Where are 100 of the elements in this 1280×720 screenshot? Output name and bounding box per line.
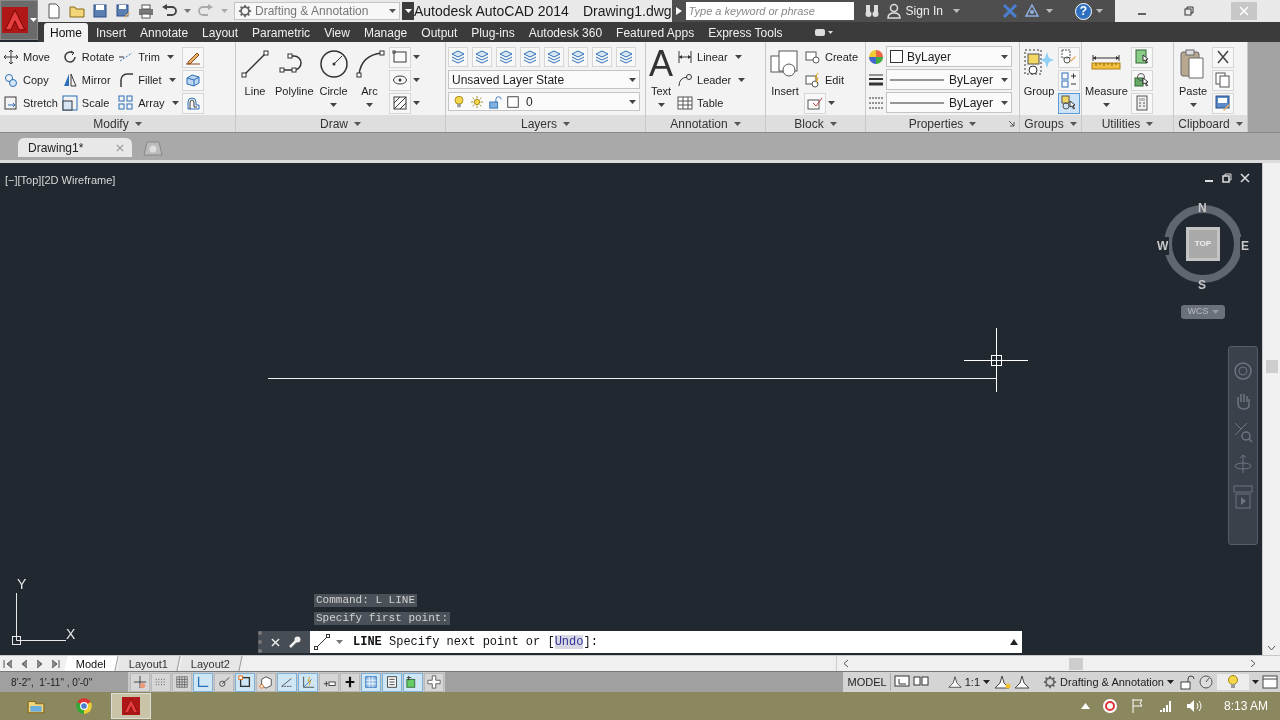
compass-label[interactable]: S xyxy=(1198,276,1206,294)
speaker-icon[interactable] xyxy=(1185,698,1202,714)
lineweight-dropdown[interactable]: ByLayer xyxy=(886,92,1012,113)
compass-label[interactable]: W xyxy=(1156,237,1170,255)
panel-title-button[interactable]: Groups xyxy=(1024,114,1077,133)
command-input[interactable]: LINE Specify next point or [Undo]: xyxy=(310,631,1022,653)
status-toggle[interactable] xyxy=(423,672,444,692)
ribbon-tab[interactable]: Plug-ins xyxy=(465,23,521,42)
status-toggle[interactable] xyxy=(255,672,276,692)
panel-title-button[interactable]: Clipboard xyxy=(1178,114,1243,133)
viewport-controls-label[interactable]: [−][Top][2D Wireframe] xyxy=(5,172,116,189)
workspace-switch-button[interactable]: Drafting & Annotation xyxy=(1041,673,1176,691)
ribbon-tab[interactable]: View xyxy=(318,23,356,42)
gauge-icon[interactable] xyxy=(1198,674,1214,690)
layer-dropdown[interactable]: 0 xyxy=(448,92,640,111)
workspace-dropdown[interactable]: Drafting & Annotation xyxy=(234,2,400,20)
status-toggle[interactable] xyxy=(276,672,297,692)
status-toggle[interactable] xyxy=(150,672,171,692)
ribbon-tool-button[interactable]: Leader xyxy=(676,69,747,91)
ribbon-tab[interactable]: Autodesk 360 xyxy=(522,23,609,42)
wrench-icon[interactable] xyxy=(288,635,301,649)
ribbon-tool-button[interactable]: Linear xyxy=(676,46,747,68)
undo-icon[interactable] xyxy=(161,3,177,19)
flag-icon[interactable] xyxy=(1129,698,1146,714)
figure-star-icon[interactable] xyxy=(995,674,1012,690)
color-dropdown[interactable]: ByLayer xyxy=(886,46,1012,67)
dialog-launcher-icon[interactable] xyxy=(1008,120,1015,127)
show-hidden-icons[interactable] xyxy=(1080,703,1090,709)
save-as-icon[interactable] xyxy=(115,3,131,19)
padlock-icon[interactable] xyxy=(1179,674,1195,690)
model-space-button[interactable]: MODEL xyxy=(844,673,891,691)
ribbon-tool-button[interactable]: Table xyxy=(676,92,747,114)
search-field[interactable]: Type a keyword or phrase xyxy=(685,2,854,20)
annotation-scale-button[interactable]: 1:1 xyxy=(945,673,993,691)
printer-icon[interactable] xyxy=(138,3,154,19)
browser-icon[interactable] xyxy=(75,697,93,715)
status-toggle[interactable] xyxy=(171,672,192,692)
ribbon-tool-button[interactable]: Edit xyxy=(804,69,860,91)
ribbon-tab[interactable]: Layout xyxy=(196,23,245,42)
status-toggle[interactable] xyxy=(360,672,381,692)
restore-icon[interactable] xyxy=(1222,173,1232,183)
zoom-icon[interactable] xyxy=(1233,421,1253,443)
status-toggle[interactable] xyxy=(234,672,255,692)
signal-icon[interactable] xyxy=(1157,698,1174,714)
ribbon-tool-button[interactable]: Copy xyxy=(2,69,59,91)
panel-title-button[interactable]: Draw xyxy=(320,114,361,133)
status-toggle[interactable] xyxy=(402,672,423,692)
ribbon-tool-button[interactable]: Stretch xyxy=(2,92,59,114)
linetype-dropdown[interactable]: ByLayer xyxy=(886,69,1012,90)
ribbon-tab[interactable]: Insert xyxy=(90,23,133,42)
help-button[interactable]: ? xyxy=(1074,2,1092,20)
status-toggle[interactable] xyxy=(297,672,318,692)
ribbon-large-button[interactable]: Paste xyxy=(1176,46,1210,107)
ribbon-tab[interactable]: Parametric xyxy=(246,23,317,42)
ribbon-tool-button[interactable]: Fillet xyxy=(117,69,180,91)
color-wheel-icon[interactable] xyxy=(868,49,884,65)
tab-navigation-icon[interactable] xyxy=(3,658,13,669)
status-toggle[interactable] xyxy=(192,672,213,692)
ribbon-tab[interactable]: Manage xyxy=(357,23,414,42)
linetype-icon[interactable] xyxy=(868,95,884,111)
ribbon-tool-button[interactable]: Scale xyxy=(60,92,116,114)
record-icon[interactable] xyxy=(1101,698,1118,714)
scroll-thumb[interactable] xyxy=(1265,360,1278,373)
new-tab-icon[interactable] xyxy=(142,140,164,156)
sign-in-button[interactable]: Sign In xyxy=(905,2,960,20)
panel-title-button[interactable]: Utilities xyxy=(1101,114,1154,133)
save-icon[interactable] xyxy=(92,3,108,19)
ribbon-tab[interactable]: Home xyxy=(44,23,88,42)
status-toggle[interactable] xyxy=(381,672,402,692)
lineweight-icon[interactable] xyxy=(868,72,884,88)
ribbon-large-button[interactable]: Arc xyxy=(352,46,387,107)
ribbon-large-button[interactable]: A Text xyxy=(648,46,674,107)
ribbon-large-button[interactable]: Line xyxy=(238,46,272,100)
vertical-scrollbar[interactable] xyxy=(1262,163,1280,655)
scroll-down-icon[interactable] xyxy=(1267,645,1276,651)
tab-navigation-icon[interactable] xyxy=(35,658,45,669)
status-toggle[interactable] xyxy=(339,672,360,692)
panel-title-button[interactable]: Block xyxy=(794,114,837,133)
compass-label[interactable]: E xyxy=(1240,237,1250,255)
ribbon-large-button[interactable]: Measure xyxy=(1084,46,1129,107)
tab-navigation-icon[interactable] xyxy=(51,658,61,669)
new-file-icon[interactable] xyxy=(46,3,62,19)
layout-tab[interactable]: Layout2 xyxy=(179,656,243,671)
show-motion-icon[interactable] xyxy=(1233,485,1253,511)
scroll-thumb[interactable] xyxy=(1069,657,1083,670)
scroll-left-icon[interactable] xyxy=(843,659,849,668)
panel-title-button[interactable]: Properties xyxy=(908,114,977,133)
bulb-icon[interactable] xyxy=(1225,674,1241,690)
ribbon-tool-button[interactable]: Array xyxy=(117,92,180,114)
ribbon-large-button[interactable]: Polyline xyxy=(274,46,315,100)
steering-wheel-icon[interactable] xyxy=(1233,361,1253,381)
panel-title-button[interactable]: Annotation xyxy=(670,114,741,133)
binoculars-icon[interactable] xyxy=(863,3,880,19)
layout-tab[interactable]: Layout1 xyxy=(117,656,181,671)
file-tab[interactable]: Drawing1* xyxy=(18,138,132,157)
restore-icon[interactable] xyxy=(1184,6,1195,16)
figure-icon[interactable] xyxy=(1014,674,1031,690)
ribbon-tool-button[interactable]: Trim xyxy=(117,46,180,68)
ribbon-large-button[interactable]: Group xyxy=(1022,46,1056,100)
ribbon-tab[interactable]: Express Tools xyxy=(702,23,789,42)
